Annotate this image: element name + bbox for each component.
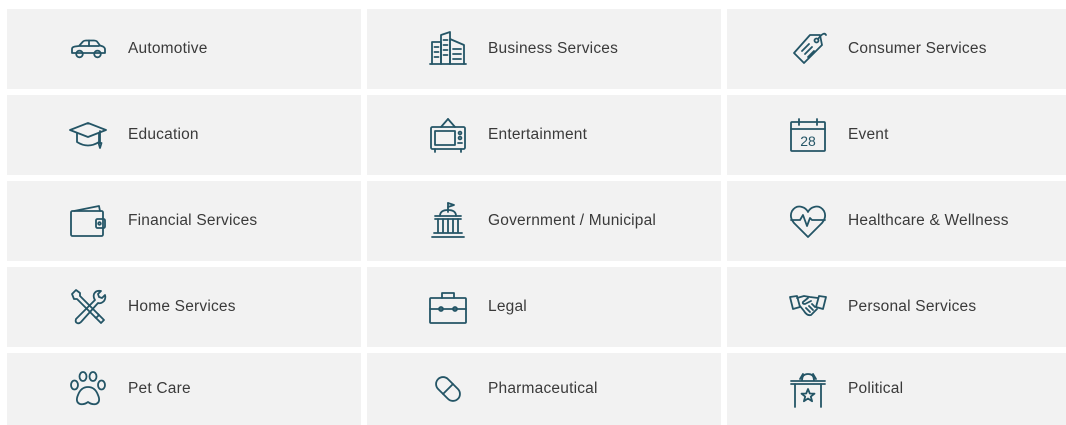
podium-icon (787, 368, 829, 410)
category-label: Government / Municipal (488, 212, 657, 229)
category-tile-financial-services[interactable]: Financial Services (7, 181, 361, 261)
category-label: Personal Services (848, 298, 977, 315)
heartbeat-icon (787, 200, 829, 242)
category-tile-entertainment[interactable]: Entertainment (367, 95, 721, 175)
category-label: Education (128, 126, 199, 143)
car-icon (67, 28, 109, 70)
category-label: Event (848, 126, 889, 143)
category-tile-automotive[interactable]: Automotive (7, 9, 361, 89)
category-label: Political (848, 380, 904, 397)
category-tile-government-municipal[interactable]: Government / Municipal (367, 181, 721, 261)
category-label: Legal (488, 298, 527, 315)
category-tile-political[interactable]: Political (727, 353, 1066, 425)
government-building-icon (427, 200, 469, 242)
category-label: Healthcare & Wellness (848, 212, 1009, 229)
category-label: Pharmaceutical (488, 380, 598, 397)
category-tile-event[interactable]: 28 Event (727, 95, 1066, 175)
category-label: Automotive (128, 40, 208, 57)
category-label: Financial Services (128, 212, 258, 229)
television-icon (427, 114, 469, 156)
category-tile-pharmaceutical[interactable]: Pharmaceutical (367, 353, 721, 425)
price-tag-icon (787, 28, 829, 70)
handshake-icon (787, 286, 829, 328)
category-label: Business Services (488, 40, 619, 57)
office-building-icon (427, 28, 469, 70)
category-tile-pet-care[interactable]: Pet Care (7, 353, 361, 425)
briefcase-icon (427, 286, 469, 328)
calendar-day-number: 28 (800, 133, 816, 149)
calendar-icon: 28 (787, 114, 829, 156)
category-tile-personal-services[interactable]: Personal Services (727, 267, 1066, 347)
tools-icon (67, 286, 109, 328)
category-label: Consumer Services (848, 40, 987, 57)
category-tile-healthcare-wellness[interactable]: Healthcare & Wellness (727, 181, 1066, 261)
wallet-icon (67, 200, 109, 242)
graduation-cap-icon (67, 114, 109, 156)
category-tile-legal[interactable]: Legal (367, 267, 721, 347)
category-label: Entertainment (488, 126, 588, 143)
category-tile-education[interactable]: Education (7, 95, 361, 175)
category-label: Pet Care (128, 380, 191, 397)
category-tile-home-services[interactable]: Home Services (7, 267, 361, 347)
category-tile-consumer-services[interactable]: Consumer Services (727, 9, 1066, 89)
pill-capsule-icon (427, 368, 469, 410)
category-label: Home Services (128, 298, 236, 315)
category-tile-business-services[interactable]: Business Services (367, 9, 721, 89)
paw-print-icon (67, 368, 109, 410)
service-category-grid: Automotive Business Services Consumer Se… (7, 9, 1066, 425)
